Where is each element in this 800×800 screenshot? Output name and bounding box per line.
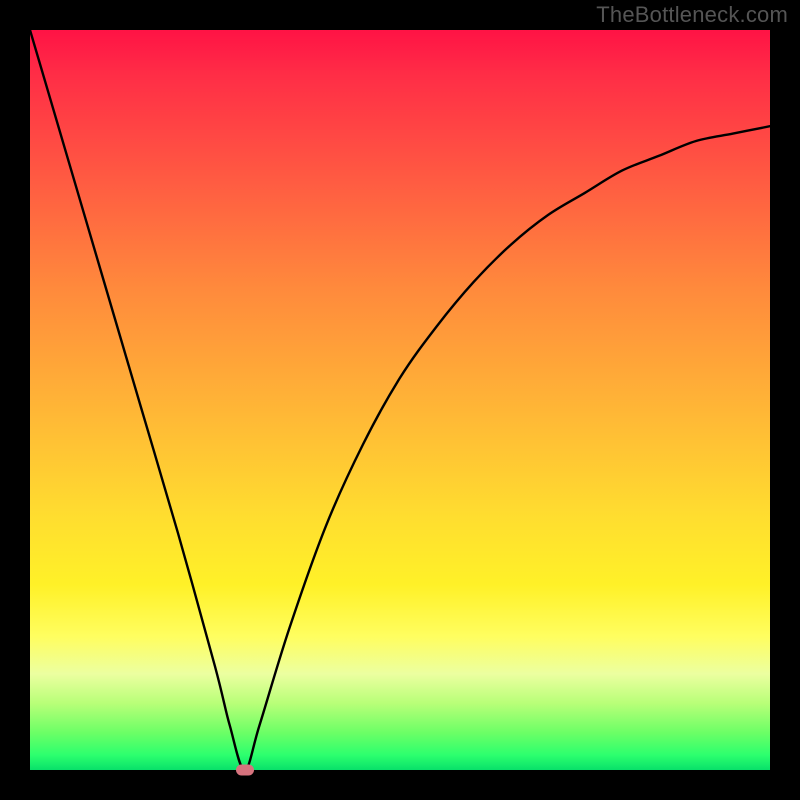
attribution-label: TheBottleneck.com: [596, 2, 788, 28]
curve-svg: [30, 30, 770, 770]
bottleneck-curve: [30, 30, 770, 770]
plot-area: [30, 30, 770, 770]
optimum-marker: [236, 765, 254, 776]
chart-container: TheBottleneck.com: [0, 0, 800, 800]
